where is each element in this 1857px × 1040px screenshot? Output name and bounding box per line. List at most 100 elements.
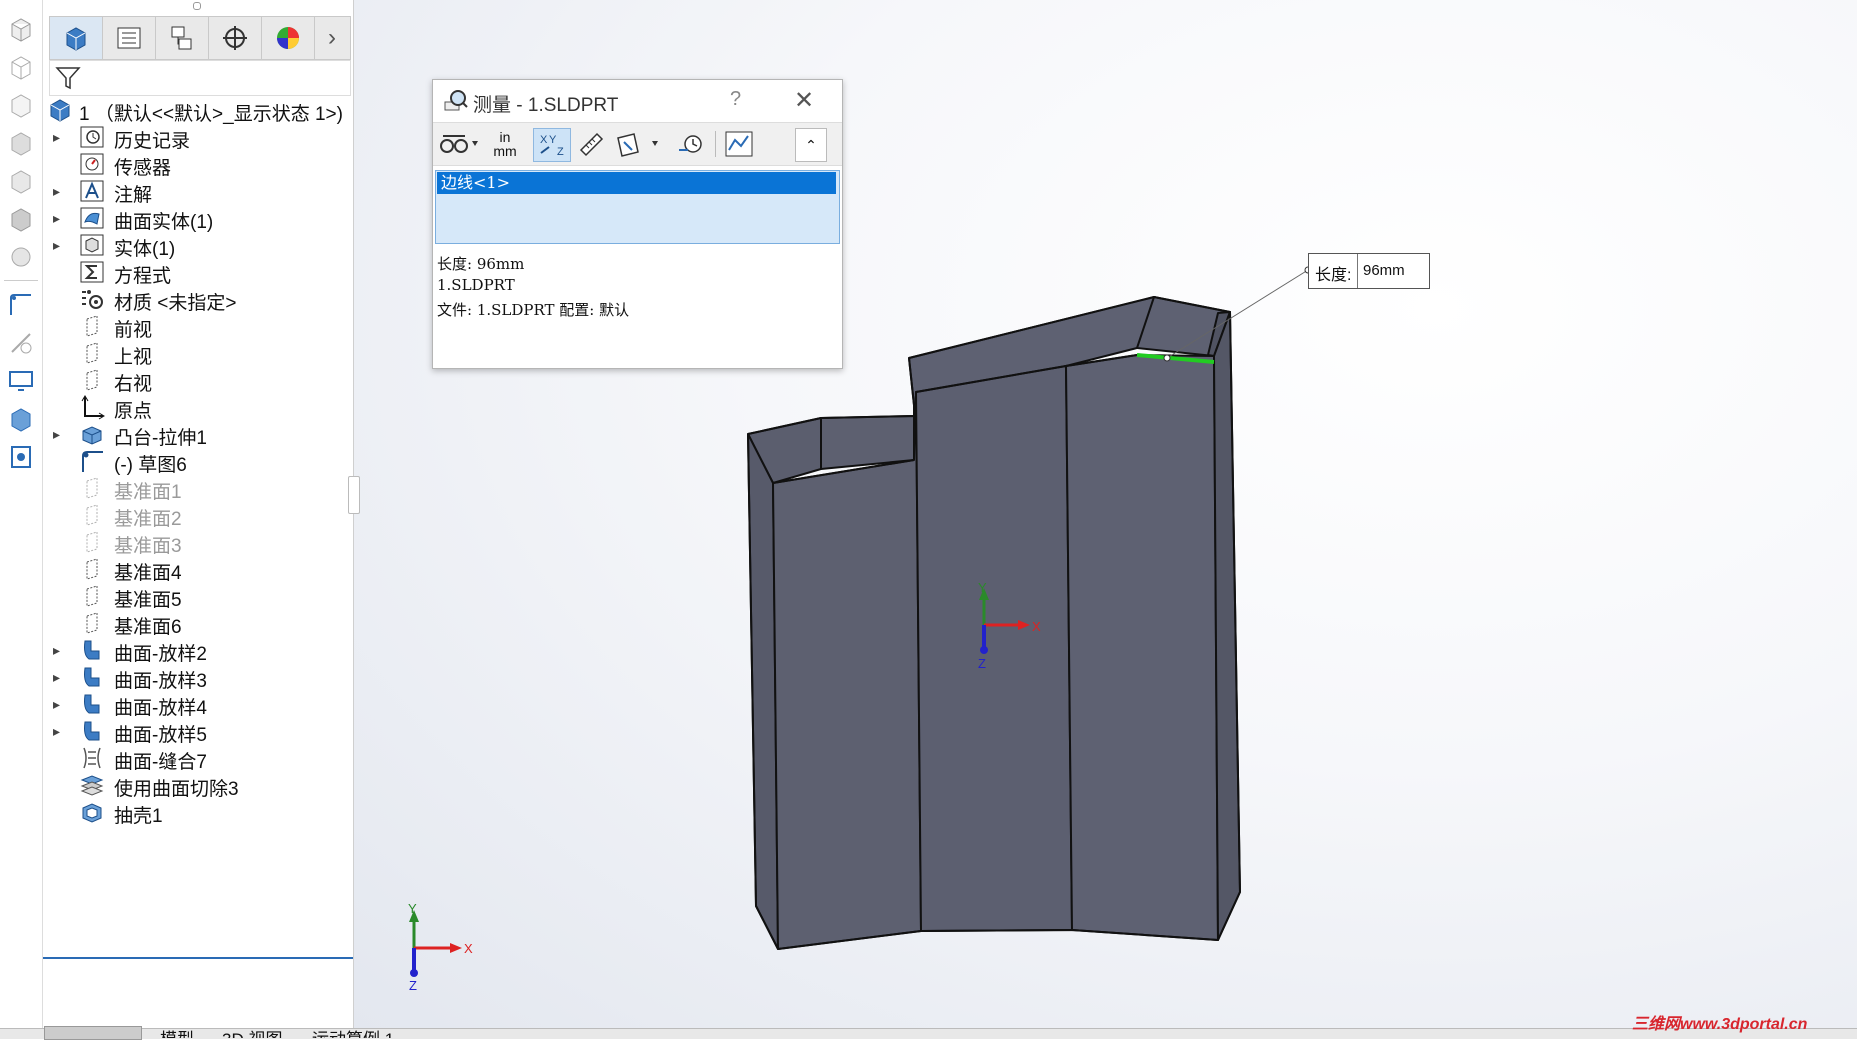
- dialog-titlebar[interactable]: 测量 - 1.SLDPRT ? ✕: [433, 80, 842, 122]
- show-xyz-measurements-button[interactable]: XYZ: [533, 128, 571, 162]
- tree-item[interactable]: 曲面-缝合7: [43, 743, 353, 773]
- view-section-icon[interactable]: [6, 204, 36, 234]
- tree-item[interactable]: 抽壳1: [43, 797, 353, 827]
- tab-motion-study[interactable]: 运动算例 1: [312, 1026, 394, 1038]
- rollback-bar[interactable]: [43, 957, 353, 959]
- sensor-graph-icon: [725, 131, 753, 157]
- expand-arrow-icon[interactable]: ▸: [53, 662, 65, 692]
- tree-item[interactable]: 基准面4: [43, 554, 353, 584]
- view-wireframe-icon[interactable]: [6, 52, 36, 82]
- tree-item[interactable]: 基准面2: [43, 500, 353, 530]
- solid-bodies-icon: [80, 234, 104, 256]
- expand-arrow-icon[interactable]: ▸: [53, 716, 65, 746]
- length-callout[interactable]: 长度: 96mm: [1308, 253, 1430, 289]
- view-hidden-lines-icon[interactable]: [6, 90, 36, 120]
- expand-arrow-icon[interactable]: ▸: [53, 122, 65, 152]
- tree-item[interactable]: ▸ 凸台-拉伸1: [43, 419, 353, 449]
- point-to-point-button[interactable]: [573, 128, 609, 160]
- tree-root-part[interactable]: 1 （默认<<默认>_显示状态 1>): [43, 95, 353, 125]
- tree-item[interactable]: ▸ 曲面-放样4: [43, 689, 353, 719]
- shell-model[interactable]: [747, 296, 1241, 950]
- tab-dimxpert-manager[interactable]: [209, 17, 262, 59]
- tree-filter-bar[interactable]: [49, 60, 351, 96]
- part-icon: [50, 99, 70, 122]
- display-icon[interactable]: [6, 366, 36, 396]
- shell-icon: [82, 803, 102, 823]
- panel-grip-icon[interactable]: [193, 2, 201, 10]
- history-icon: [80, 126, 104, 148]
- material-icon: [82, 290, 103, 309]
- tree-item[interactable]: 基准面1: [43, 473, 353, 503]
- left-view-toolbar: [0, 0, 43, 1038]
- tab-property-manager[interactable]: [103, 17, 156, 59]
- sketch-tool-icon[interactable]: [6, 290, 36, 320]
- appearance-icon[interactable]: [6, 242, 36, 272]
- expand-arrow-icon[interactable]: ▸: [53, 203, 65, 233]
- tab-feature-manager[interactable]: [50, 17, 103, 59]
- tree-item[interactable]: 基准面5: [43, 581, 353, 611]
- tree-item[interactable]: 基准面3: [43, 527, 353, 557]
- tree-item[interactable]: 方程式: [43, 257, 353, 287]
- callout-value: 96mm: [1363, 262, 1405, 279]
- ruler-icon: [579, 132, 604, 157]
- tree-item[interactable]: 原点: [43, 392, 353, 422]
- help-icon[interactable]: ?: [730, 88, 741, 111]
- tree-item[interactable]: ▸ 注解: [43, 176, 353, 206]
- tree-item[interactable]: 前视: [43, 311, 353, 341]
- result-config: 文件: 1.SLDPRT 配置: 默认: [437, 301, 630, 319]
- expand-arrow-icon[interactable]: ▸: [53, 176, 65, 206]
- tree-item[interactable]: 基准面6: [43, 608, 353, 638]
- tab-3d-view[interactable]: 3D 视图: [222, 1026, 282, 1038]
- units-precision-button[interactable]: in mm: [487, 128, 523, 160]
- render-icon[interactable]: [6, 442, 36, 472]
- expand-arrow-icon[interactable]: ▸: [53, 635, 65, 665]
- tree-item[interactable]: 上视: [43, 338, 353, 368]
- expand-arrow-icon[interactable]: ▸: [53, 419, 65, 449]
- surface-bodies-icon: [80, 207, 104, 229]
- tree-item[interactable]: 右视: [43, 365, 353, 395]
- tree-item[interactable]: ▸ 曲面-放样2: [43, 635, 353, 665]
- tree-item[interactable]: ▸ 曲面实体(1): [43, 203, 353, 233]
- chevron-right-icon[interactable]: ›: [315, 17, 349, 59]
- loft-icon: [84, 721, 100, 741]
- close-icon[interactable]: ✕: [794, 86, 814, 115]
- tree-item-label: 抽壳1: [114, 806, 163, 827]
- tree-item[interactable]: ▸ 历史记录: [43, 122, 353, 152]
- panel-collapse-handle[interactable]: [348, 476, 360, 514]
- measurement-history-button[interactable]: [673, 128, 709, 160]
- view-cube-icon[interactable]: [6, 14, 36, 44]
- tree-item[interactable]: ▸ 曲面-放样5: [43, 716, 353, 746]
- tree-item[interactable]: 传感器: [43, 149, 353, 179]
- tree-item[interactable]: 材质 <未指定>: [43, 284, 353, 314]
- smart-dimension-icon[interactable]: [6, 328, 36, 358]
- part-icon[interactable]: [6, 404, 36, 434]
- tree-item[interactable]: (-) 草图6: [43, 446, 353, 476]
- loft-icon: [84, 640, 100, 660]
- plane-icon: [86, 558, 98, 580]
- collapse-dialog-button[interactable]: ⌃: [795, 128, 827, 162]
- units-bottom-label: mm: [493, 143, 517, 159]
- sketch-icon: [82, 451, 103, 472]
- tab-model[interactable]: 模型: [160, 1026, 194, 1038]
- view-orientation-icon[interactable]: [6, 166, 36, 196]
- tree-item[interactable]: 使用曲面切除3: [43, 770, 353, 800]
- selection-item[interactable]: 边线<1>: [437, 172, 836, 194]
- create-sensor-button[interactable]: [721, 128, 757, 160]
- expand-arrow-icon[interactable]: ▸: [53, 689, 65, 719]
- loft-icon: [84, 694, 100, 714]
- tree-item[interactable]: ▸ 曲面-放样3: [43, 662, 353, 692]
- projected-on-button[interactable]: [613, 128, 667, 160]
- view-shaded-icon[interactable]: [6, 128, 36, 158]
- arc-circle-measure-button[interactable]: [437, 128, 483, 160]
- extrude-icon: [82, 426, 102, 445]
- tab-display-manager[interactable]: [262, 17, 315, 59]
- measure-dialog: 测量 - 1.SLDPRT ? ✕ in mm XYZ ⌃ 边线<1> 长度: …: [432, 79, 843, 369]
- svg-text:Y: Y: [549, 134, 557, 146]
- filter-icon[interactable]: [54, 64, 82, 92]
- selection-list[interactable]: 边线<1>: [435, 170, 840, 244]
- plane-icon: [86, 342, 98, 364]
- expand-arrow-icon[interactable]: ▸: [53, 230, 65, 260]
- tab-configuration-manager[interactable]: [156, 17, 209, 59]
- tree-item[interactable]: ▸ 实体(1): [43, 230, 353, 260]
- result-length: 长度: 96mm: [437, 255, 525, 273]
